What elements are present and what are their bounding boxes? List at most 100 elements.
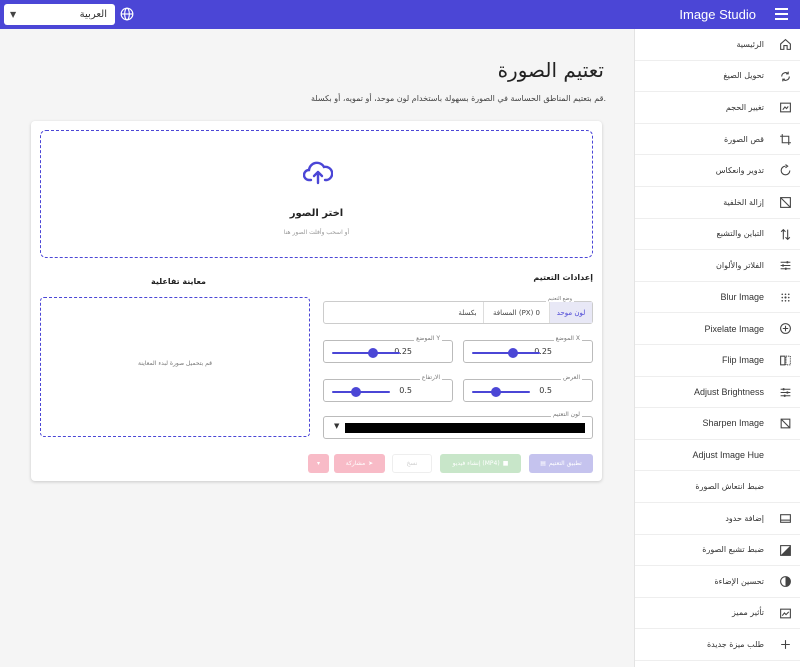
hue-icon [779, 449, 792, 462]
sidebar-item-saturation[interactable]: ضبط تشبع الصورة [635, 535, 800, 567]
sidebar-item-sharpen[interactable]: Sharpen Image [635, 408, 800, 440]
width-field: العرض 0.5 [463, 374, 593, 402]
tool-card: اختر الصور أو اسحب وأفلت الصور هنا معاين… [31, 121, 602, 481]
pos-x-slider[interactable] [472, 352, 540, 354]
sidebar-item-label: التباين والتشبع [716, 229, 764, 239]
sidebar-item-vibrance[interactable]: ضبط انتعاش الصورة [635, 471, 800, 503]
sidebar-item-hue[interactable]: Adjust Image Hue [635, 440, 800, 472]
video-label: إنشاء فيديو (MP4) [452, 460, 500, 467]
sidebar-item-flip[interactable]: Flip Image [635, 345, 800, 377]
color-caption: لون التعتيم [550, 411, 582, 418]
width-slider-thumb[interactable] [491, 387, 501, 397]
videocam-icon: ■ [502, 460, 509, 467]
sidebar-item-filters[interactable]: الفلاتر والألوان [635, 250, 800, 282]
globe-icon[interactable] [120, 7, 134, 21]
sidebar-item-label: تحويل الصيغ [723, 71, 764, 81]
width-value: 0.5 [539, 386, 552, 395]
sidebar-item-label: تغيير الحجم [725, 102, 764, 112]
sidebar-item-resize[interactable]: تغيير الحجم [635, 92, 800, 124]
pos-y-slider-thumb[interactable] [368, 348, 378, 358]
interactive-preview[interactable]: قم بتحميل صورة لبدء المعاينة [40, 297, 310, 437]
color-picker[interactable]: لون التعتيم ▼ [323, 411, 593, 439]
share-options-button[interactable]: ▾ [308, 454, 329, 473]
saturation-icon [780, 544, 791, 556]
flip-icon [780, 355, 791, 366]
contrast-icon [780, 228, 791, 240]
width-slider[interactable] [472, 391, 530, 393]
pos-y-caption: الموضع Y [414, 335, 442, 342]
sidebar-item-label: Sharpen Image [702, 418, 764, 429]
crop-icon [780, 133, 791, 145]
sidebar-item-blur[interactable]: Blur Image [635, 282, 800, 314]
height-slider-thumb[interactable] [351, 387, 361, 397]
home-icon [780, 38, 791, 50]
copy-button[interactable]: نسخ [392, 454, 432, 473]
menu-icon[interactable] [775, 8, 788, 20]
sidebar-item-label: إضافة حدود [725, 513, 764, 523]
settings-label: إعدادات التعتيم [533, 273, 593, 282]
sidebar-item-crop[interactable]: قص الصورة [635, 124, 800, 156]
share-label: مشاركة [345, 460, 366, 467]
sidebar-item-label: طلب ميزة جديدة [706, 640, 764, 650]
sidebar-item-home[interactable]: الرئيسية [635, 29, 800, 61]
create-video-button[interactable]: إنشاء فيديو (MP4) ■ [440, 454, 521, 473]
height-caption: الارتفاع [419, 374, 442, 381]
height-slider[interactable] [332, 391, 390, 393]
blur-icon [781, 293, 790, 302]
pos-y-field: الموضع Y 0.25 [323, 335, 453, 363]
upload-subtitle: أو اسحب وأفلت الصور هنا [283, 229, 350, 236]
sidebar-item-label: تحسين الإضاءة [714, 576, 764, 586]
apply-icon: ▤ [540, 460, 546, 467]
page-title: تعتيم الصورة [497, 58, 604, 82]
effect-icon [780, 608, 791, 619]
send-icon: ➤ [368, 460, 374, 467]
sidebar-item-brightness[interactable]: Adjust Brightness [635, 377, 800, 409]
pos-x-slider-thumb[interactable] [508, 348, 518, 358]
tab-pixelate[interactable]: بكسلة [452, 302, 483, 323]
upload-dropzone[interactable]: اختر الصور أو اسحب وأفلت الصور هنا [40, 130, 593, 258]
chevron-down-icon: ▾ [316, 460, 320, 467]
border-icon [780, 514, 791, 523]
resize-icon [780, 102, 791, 113]
sidebar-item-label: قص الصورة [724, 134, 764, 144]
pos-y-slider[interactable] [332, 352, 400, 354]
copy-label: نسخ [406, 460, 418, 467]
sidebar-item-label: ضبط انتعاش الصورة [695, 482, 764, 492]
sidebar-item-convert[interactable]: تحويل الصيغ [635, 61, 800, 93]
sidebar-item-label: Pixelate Image [704, 323, 764, 334]
sidebar-item-effect[interactable]: تأثير مميز [635, 598, 800, 630]
page-description: قم بتعتيم المناطق الحساسة في الصورة بسهو… [310, 94, 606, 103]
pos-x-field: الموضع X 0.25 [463, 335, 593, 363]
upload-title: اختر الصور [289, 208, 344, 219]
language-select[interactable]: ▼ العربية [4, 4, 115, 25]
width-caption: العرض [561, 374, 582, 381]
sidebar-item-border[interactable]: إضافة حدود [635, 503, 800, 535]
apply-button[interactable]: ▤ تطبيق التعتيم [529, 454, 593, 473]
height-value: 0.5 [399, 386, 412, 395]
pixelate-icon [780, 323, 791, 335]
sidebar-item-exposure[interactable]: تحسين الإضاءة [635, 566, 800, 598]
plus-icon [781, 640, 790, 650]
sidebar-item-label: الرئيسية [736, 39, 764, 49]
tab-solid-color[interactable]: لون موحد [549, 302, 592, 323]
sidebar-item-label: Blur Image [720, 292, 764, 303]
sidebar-item-contrast[interactable]: التباين والتشبع [635, 219, 800, 251]
sharpen-icon [780, 418, 791, 429]
app-title: Image Studio [679, 7, 756, 22]
sidebar-item-rotate[interactable]: تدوير وانعكاس [635, 155, 800, 187]
sidebar-item-remove-bg[interactable]: إزالة الخلفية [635, 187, 800, 219]
pos-x-caption: الموضع X [553, 335, 582, 342]
tab-spacing[interactable]: المسافة (PX) 0 [483, 302, 549, 323]
convert-icon [781, 71, 790, 81]
sidebar-item-label: الفلاتر والألوان [716, 260, 764, 270]
mode-caption: وضع التعتيم [545, 296, 574, 302]
sidebar-item-request-feature[interactable]: طلب ميزة جديدة [635, 629, 800, 661]
sidebar-item-pixelate[interactable]: Pixelate Image [635, 313, 800, 345]
brightness-icon [780, 387, 791, 397]
color-swatch [345, 423, 585, 433]
preview-label: معاينة تفاعلية [151, 277, 206, 286]
share-button[interactable]: مشاركة ➤ [334, 454, 385, 473]
sidebar: الرئيسية تحويل الصيغ تغيير الحجم قص الصو… [634, 29, 800, 667]
exposure-icon [780, 576, 791, 588]
chevron-down-icon: ▼ [10, 10, 17, 19]
